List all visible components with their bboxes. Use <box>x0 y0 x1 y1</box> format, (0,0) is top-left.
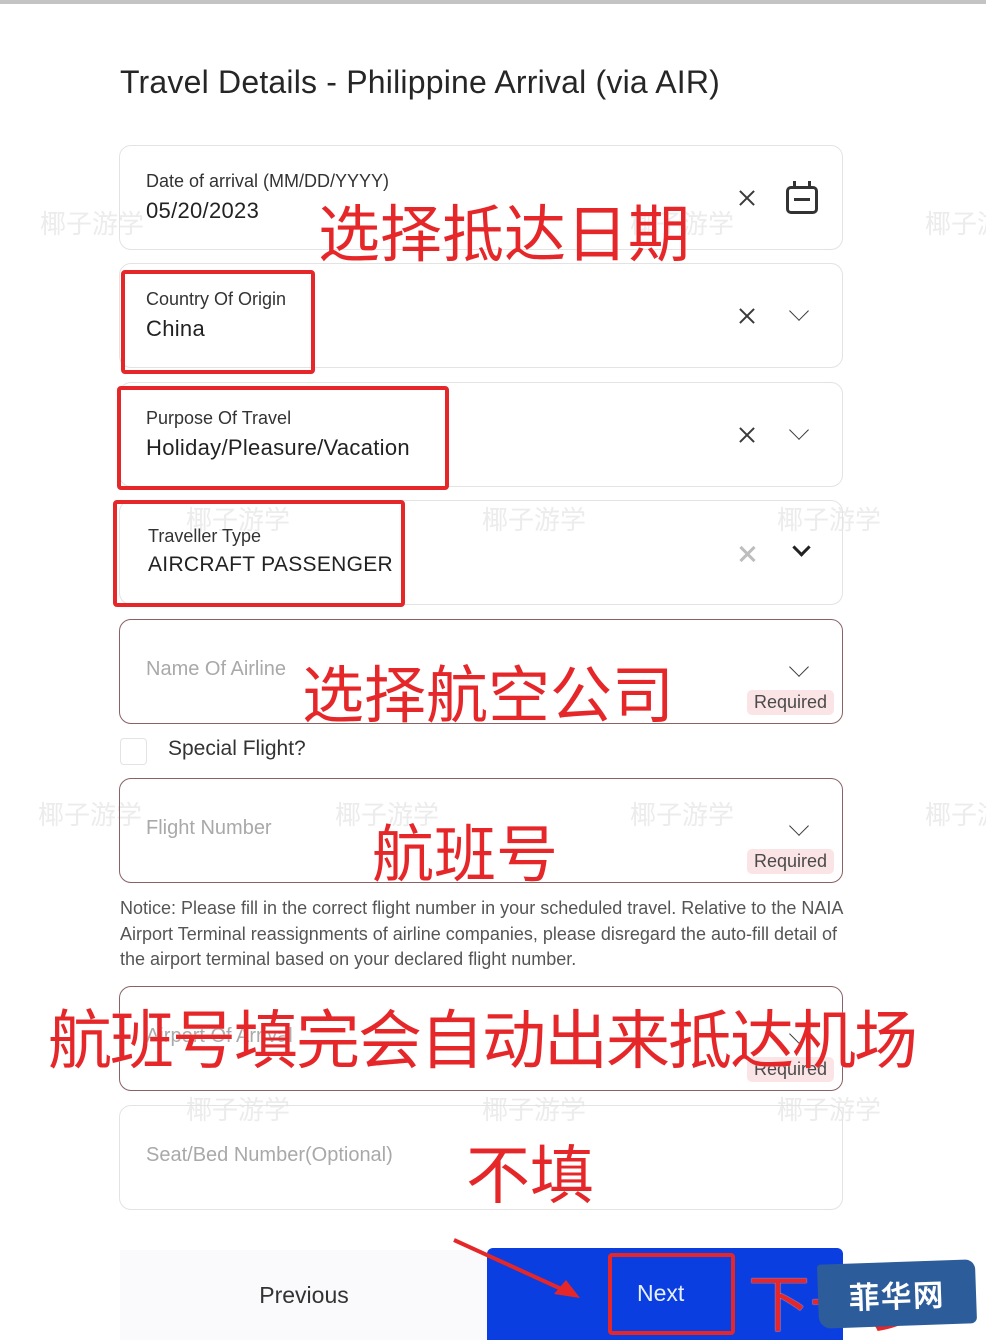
site-logo: 菲华网 <box>816 1259 978 1329</box>
seat-number-input[interactable]: Seat/Bed Number(Optional) <box>119 1105 843 1210</box>
chevron-down-icon[interactable] <box>789 1024 809 1044</box>
special-flight-checkbox[interactable] <box>120 738 147 765</box>
clear-icon[interactable] <box>738 189 756 207</box>
chevron-down-icon[interactable] <box>789 816 809 836</box>
required-badge: Required <box>746 1057 834 1082</box>
site-logo-text: 菲华网 <box>848 1278 946 1317</box>
watermark: 椰子游学 <box>925 210 986 240</box>
required-badge: Required <box>746 690 834 715</box>
chevron-down-icon[interactable] <box>789 657 809 677</box>
country-of-origin-select[interactable]: Country Of Origin China <box>119 263 843 368</box>
purpose-of-travel-value: Holiday/Pleasure/Vacation <box>146 435 410 460</box>
airline-name-select[interactable]: Name Of Airline Required <box>119 619 843 724</box>
watermark: 椰子游学 <box>925 801 986 831</box>
airport-of-arrival-placeholder: Airport Of Arrival <box>146 1025 293 1047</box>
chevron-down-icon[interactable] <box>789 420 809 440</box>
next-button[interactable]: Next <box>487 1248 843 1340</box>
required-badge: Required <box>746 849 834 874</box>
country-of-origin-value: China <box>146 316 205 341</box>
seat-number-placeholder: Seat/Bed Number(Optional) <box>146 1144 393 1166</box>
traveller-type-select[interactable]: Traveller Type AIRCRAFT PASSENGER <box>119 500 843 605</box>
previous-button[interactable]: Previous <box>120 1250 488 1340</box>
airport-of-arrival-select[interactable]: Airport Of Arrival Required <box>119 986 843 1091</box>
country-of-origin-label: Country Of Origin <box>146 289 287 309</box>
page-title: Travel Details - Philippine Arrival (via… <box>120 64 720 100</box>
top-divider <box>0 0 986 4</box>
arrival-date-field[interactable]: Date of arrival (MM/DD/YYYY) 05/20/2023 <box>119 145 843 250</box>
traveller-type-value: AIRCRAFT PASSENGER <box>148 553 394 576</box>
next-button-label: Next <box>637 1280 685 1306</box>
special-flight-label: Special Flight? <box>168 737 306 760</box>
purpose-of-travel-label: Purpose Of Travel <box>146 408 292 428</box>
clear-icon[interactable] <box>738 545 756 563</box>
clear-icon[interactable] <box>738 426 756 444</box>
purpose-of-travel-select[interactable]: Purpose Of Travel Holiday/Pleasure/Vacat… <box>119 382 843 487</box>
calendar-icon[interactable] <box>786 181 818 214</box>
chevron-down-icon[interactable] <box>789 301 809 321</box>
flight-number-notice: Notice: Please fill in the correct fligh… <box>120 898 843 969</box>
traveller-type-label: Traveller Type <box>148 526 262 546</box>
chevron-down-icon[interactable] <box>792 538 811 557</box>
airline-name-placeholder: Name Of Airline <box>146 658 287 680</box>
flight-number-placeholder: Flight Number <box>146 817 272 839</box>
clear-icon[interactable] <box>738 307 756 325</box>
flight-number-select[interactable]: Flight Number Required <box>119 778 843 883</box>
arrival-date-value[interactable]: 05/20/2023 <box>146 198 259 224</box>
arrival-date-label: Date of arrival (MM/DD/YYYY) <box>146 171 390 191</box>
